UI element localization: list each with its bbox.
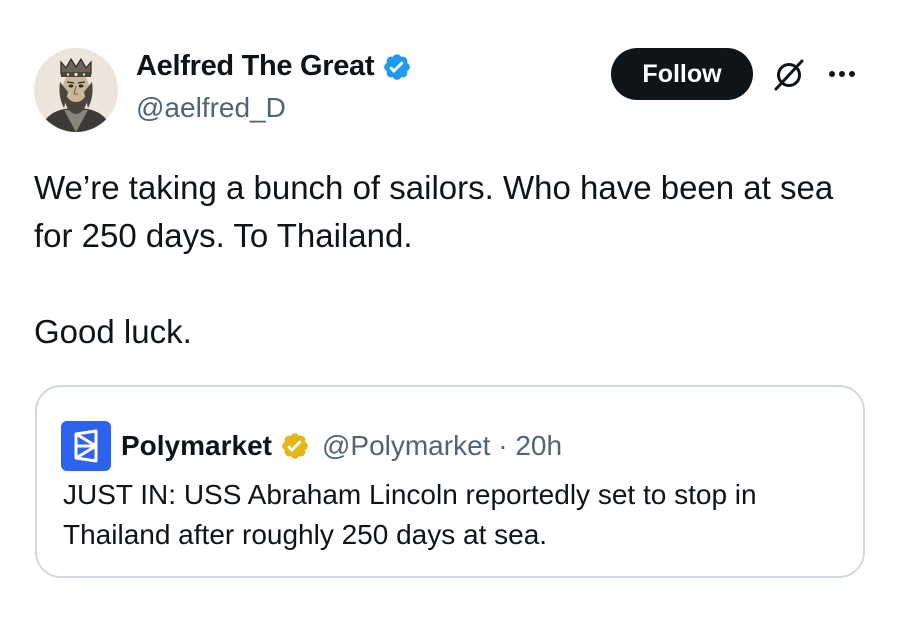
quoted-author-name[interactable]: Polymarket bbox=[121, 430, 272, 462]
more-options-icon[interactable] bbox=[822, 60, 862, 88]
grok-icon[interactable] bbox=[770, 56, 808, 94]
verified-badge-icon[interactable] bbox=[382, 52, 412, 82]
avatar-image bbox=[34, 48, 118, 132]
tweet-paragraph: We’re taking a bunch of sailors. Who hav… bbox=[34, 169, 834, 254]
follow-button[interactable]: Follow bbox=[611, 48, 753, 100]
quoted-tweet-header: Polymarket @Polymarket · 20h bbox=[61, 421, 562, 471]
tweet: Aelfred The Great @aelfred_D Follow We’r… bbox=[0, 0, 900, 620]
avatar[interactable] bbox=[34, 48, 118, 132]
more-dot-icon bbox=[829, 71, 835, 77]
polymarket-logo-icon[interactable] bbox=[61, 421, 111, 471]
tweet-paragraph: Good luck. bbox=[34, 313, 192, 350]
author-name-row: Aelfred The Great bbox=[136, 50, 412, 83]
quoted-tweet-text: JUST IN: USS Abraham Lincoln reportedly … bbox=[63, 479, 757, 550]
tweet-text: We’re taking a bunch of sailors. Who hav… bbox=[34, 164, 874, 356]
author-display-name[interactable]: Aelfred The Great bbox=[136, 50, 375, 83]
polymarket-mark-icon bbox=[74, 429, 98, 463]
quoted-handle-timestamp[interactable]: @Polymarket · 20h bbox=[322, 430, 562, 462]
more-dot-icon bbox=[849, 71, 855, 77]
more-dot-icon bbox=[839, 71, 845, 77]
author-handle[interactable]: @aelfred_D bbox=[136, 92, 286, 124]
quoted-tweet[interactable]: Polymarket @Polymarket · 20h JUST IN: US… bbox=[35, 385, 865, 578]
gold-verified-badge-icon[interactable] bbox=[280, 431, 310, 461]
